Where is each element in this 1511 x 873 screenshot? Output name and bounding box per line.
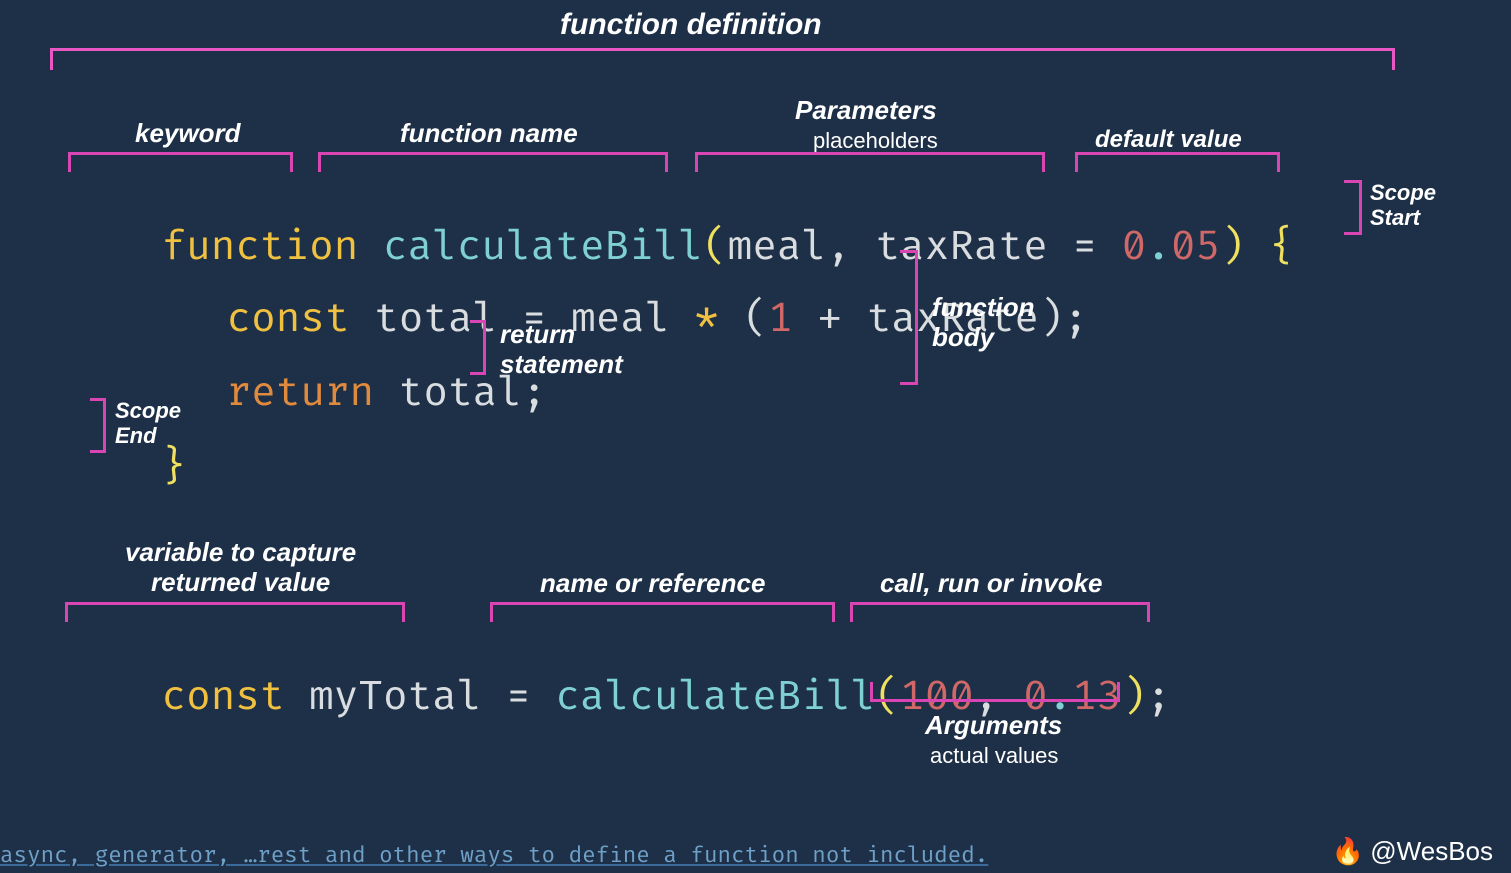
tok-lparen: ( [743, 295, 768, 344]
label-function-definition: function definition [560, 8, 822, 42]
label-parameters-sub: placeholders [813, 128, 938, 154]
label-keyword: keyword [135, 118, 241, 149]
label-arguments-sub: actual values [930, 743, 1058, 769]
label-variable-capture: variable to capture returned value [125, 538, 356, 598]
bracket-parameters [695, 152, 1045, 172]
bracket-function-definition [50, 48, 1395, 70]
bracket-arguments [870, 682, 1120, 702]
bracket-keyword [68, 152, 293, 172]
label-function-name: function name [400, 118, 578, 149]
bracket-function-name [318, 152, 668, 172]
footer-note: async, generator, …rest and other ways t… [0, 842, 988, 869]
tok-call-rparen: ) [1122, 673, 1147, 722]
tok-semi: ; [1064, 295, 1089, 344]
label-return-statement: return statement [500, 320, 623, 380]
tok-rparen: ) [1220, 223, 1245, 272]
label-parameters: Parameters [795, 95, 937, 126]
tok-one: 1 [768, 295, 793, 344]
bracket-default-value [1075, 152, 1280, 172]
tok-dot: . [1146, 223, 1171, 272]
tok-rparen: ) [1039, 295, 1064, 344]
tok-num-0: 0 [1122, 223, 1147, 272]
bracket-call-run-invoke [850, 602, 1150, 622]
label-default-value: default value [1095, 126, 1242, 154]
credit-handle: @WesBos [1370, 836, 1493, 867]
bracket-function-body [900, 250, 918, 385]
slide: function definition keyword function nam… [0, 0, 1511, 873]
tok-semi-2: ; [1146, 673, 1171, 722]
bracket-name-or-reference [490, 602, 835, 622]
label-call-run-invoke: call, run or invoke [880, 568, 1103, 599]
tok-star: * [694, 295, 719, 344]
label-scope-start: Scope Start [1370, 180, 1436, 231]
credit: 🔥 @WesBos [1332, 836, 1493, 867]
tok-rbrace: } [161, 443, 186, 492]
tok-plus: + [817, 295, 842, 344]
label-name-or-reference: name or reference [540, 568, 765, 599]
label-function-body: function body [932, 293, 1035, 353]
bracket-variable-capture [65, 602, 405, 622]
bracket-scope-end [90, 398, 106, 453]
bracket-scope-start [1344, 180, 1362, 235]
tok-const-keyword-2: const [161, 673, 284, 722]
label-arguments: Arguments [925, 710, 1062, 741]
tok-mytotal: myTotal [309, 673, 481, 722]
fire-icon: 🔥 [1332, 836, 1364, 867]
bracket-return-statement [470, 320, 486, 375]
tok-num-05: 05 [1171, 223, 1220, 272]
tok-lbrace: { [1269, 223, 1294, 272]
tok-return-keyword: return [226, 369, 374, 418]
tok-eq-2: = [506, 673, 531, 722]
label-scope-end: Scope End [115, 398, 181, 449]
tok-call-name: calculateBill [555, 673, 875, 722]
